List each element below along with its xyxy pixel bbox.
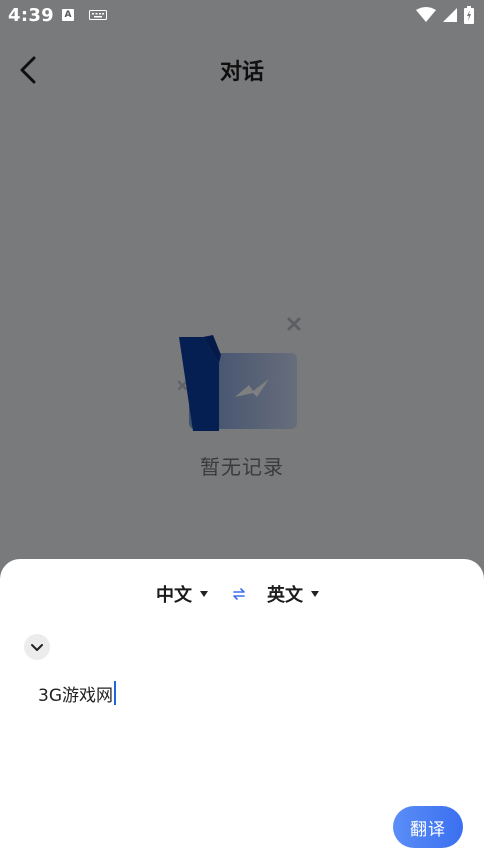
translate-button[interactable]: 翻译 <box>393 806 463 848</box>
collapse-sheet-button[interactable] <box>24 634 50 660</box>
text-cursor <box>114 681 116 705</box>
status-icons <box>416 6 474 24</box>
wifi-icon <box>416 7 436 22</box>
translate-text-input[interactable]: 3G游戏网 <box>38 681 438 706</box>
source-language-dropdown[interactable]: 中文 <box>156 581 208 607</box>
status-bar: 4:39 A <box>0 0 484 32</box>
swap-languages-icon[interactable] <box>232 587 246 601</box>
source-language-label: 中文 <box>156 585 192 606</box>
target-language-label: 英文 <box>267 585 303 606</box>
input-text: 3G游戏网 <box>38 685 113 706</box>
notification-a-icon: A <box>62 9 74 21</box>
target-language-dropdown[interactable]: 英文 <box>267 581 319 607</box>
caret-down-icon <box>311 591 319 597</box>
keyboard-icon <box>89 10 107 20</box>
chevron-down-icon <box>31 644 43 651</box>
language-selector-row: 中文 英文 <box>0 581 484 607</box>
caret-down-icon <box>200 591 208 597</box>
battery-icon <box>464 6 474 24</box>
status-time: 4:39 <box>8 5 54 26</box>
signal-icon <box>443 8 457 22</box>
translate-bottom-sheet: 中文 英文 3G游戏网 翻译 <box>0 559 484 860</box>
